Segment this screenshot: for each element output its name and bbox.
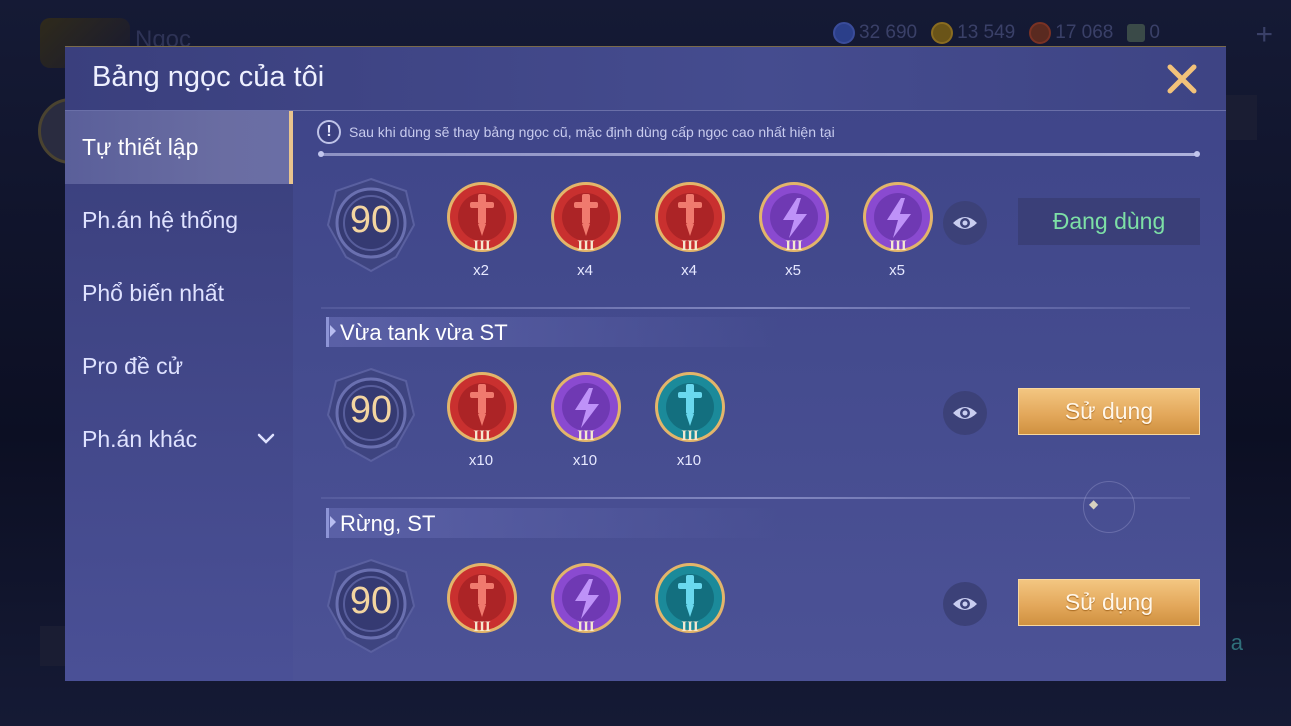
- svg-text:III: III: [577, 619, 595, 635]
- gem-count: x5: [889, 262, 905, 279]
- level-number: 90: [349, 199, 393, 241]
- rune-gem[interactable]: III x10: [651, 370, 727, 480]
- rows-scroll-area[interactable]: Gây ST toàn lực90IIIx2IIIx4IIIx4IIIx5III…: [293, 159, 1226, 681]
- divider: [318, 151, 1200, 157]
- gem-count: x5: [785, 262, 801, 279]
- currency-bar: 32 690 13 549 17 068 0 +: [833, 18, 1291, 51]
- in-use-button[interactable]: Đang dùng: [1018, 198, 1200, 245]
- sidebar-item-other[interactable]: Ph.án khác: [65, 403, 293, 476]
- rune-gem[interactable]: III x10: [443, 370, 519, 480]
- row-title: Rừng, ST: [340, 511, 436, 536]
- chevron-down-icon: [257, 433, 275, 444]
- rune-gem[interactable]: III: [443, 561, 519, 671]
- sidebar-item-label: Tự thiết lập: [82, 134, 199, 160]
- sidebar-item-popular[interactable]: Phổ biến nhất: [65, 257, 293, 330]
- notice-bar: ! Sau khi dùng sẽ thay bảng ngọc cũ, mặc…: [317, 119, 1196, 145]
- currency-value: 32 690: [859, 22, 918, 43]
- row-divider: [321, 307, 1190, 309]
- rune-page-row: Gây ST toàn lực90IIIx2IIIx4IIIx4IIIx5III…: [293, 159, 1226, 319]
- currency-value: 13 549: [957, 22, 1016, 43]
- diamond-icon: ◆: [1089, 497, 1099, 511]
- currency-value: 17 068: [1055, 22, 1114, 43]
- background-panel-left: [40, 626, 66, 666]
- red-gem-icon: [1029, 22, 1052, 44]
- gem-count: x10: [468, 452, 494, 469]
- svg-text:III: III: [473, 428, 491, 444]
- level-number: 90: [349, 389, 393, 431]
- rune-gem[interactable]: III x4: [547, 180, 623, 290]
- gem-count: x10: [676, 452, 702, 469]
- currency-gold: 13 549: [931, 22, 1015, 44]
- gem-count: x2: [473, 262, 489, 279]
- currency-value: 0: [1149, 22, 1160, 43]
- currency-blue: 32 690: [833, 22, 917, 44]
- rune-gem[interactable]: III x10: [547, 370, 623, 480]
- modal-title: Bảng ngọc của tôi: [92, 61, 325, 93]
- svg-text:III: III: [681, 428, 699, 444]
- sidebar-item-pro[interactable]: Pro đề cử: [65, 330, 293, 403]
- blue-coin-icon: [833, 22, 855, 44]
- currency-voucher: 0: [1127, 22, 1160, 44]
- svg-text:III: III: [785, 238, 803, 254]
- sidebar-item-label: Ph.án khác: [82, 426, 198, 452]
- svg-text:III: III: [577, 238, 595, 254]
- rune-gem[interactable]: III: [547, 561, 623, 671]
- rune-page-list: ! Sau khi dùng sẽ thay bảng ngọc cũ, mặc…: [293, 111, 1226, 681]
- close-icon: [1167, 64, 1197, 94]
- rune-gem[interactable]: III: [651, 561, 727, 671]
- gem-count: x4: [577, 262, 593, 279]
- notice-text: Sau khi dùng sẽ thay bảng ngọc cũ, mặc đ…: [349, 124, 835, 140]
- info-icon: !: [317, 120, 341, 144]
- svg-text:III: III: [473, 619, 491, 635]
- voucher-icon: [1127, 24, 1146, 42]
- row-title: Vừa tank vừa ST: [340, 320, 508, 345]
- rune-page-modal: Bảng ngọc của tôi Tự thiết lập Ph.án hệ …: [65, 46, 1226, 681]
- level-number: 90: [349, 580, 393, 622]
- currency-red: 17 068: [1029, 22, 1113, 44]
- sidebar-item-label: Ph.án hệ thống: [82, 207, 239, 233]
- gem-count: x10: [572, 452, 598, 469]
- preview-button[interactable]: [943, 391, 987, 435]
- rune-gem[interactable]: III x5: [859, 180, 935, 290]
- svg-text:III: III: [473, 238, 491, 254]
- svg-text:III: III: [889, 238, 907, 254]
- sidebar-item-custom[interactable]: Tự thiết lập: [65, 111, 293, 184]
- use-button[interactable]: Sử dụng: [1018, 388, 1200, 435]
- sidebar-item-label: Pro đề cử: [82, 353, 184, 379]
- rune-gem[interactable]: III x4: [651, 180, 727, 290]
- sidebar-item-system[interactable]: Ph.án hệ thống: [65, 184, 293, 257]
- close-button[interactable]: [1162, 59, 1202, 99]
- rune-gem[interactable]: III x2: [443, 180, 519, 290]
- row-divider: [321, 497, 1190, 499]
- add-currency-button[interactable]: +: [1255, 18, 1273, 52]
- rune-page-row: Rừng, ST 90 III III III Sử dụng: [293, 508, 1226, 681]
- rune-gem[interactable]: III x5: [755, 180, 831, 290]
- gem-count: x4: [681, 262, 697, 279]
- svg-text:III: III: [577, 428, 595, 444]
- gold-coin-icon: [931, 22, 954, 44]
- modal-header: Bảng ngọc của tôi: [65, 47, 1226, 111]
- use-button[interactable]: Sử dụng: [1018, 579, 1200, 626]
- rune-page-row: Vừa tank vừa ST 90 III x10 III x10 III x10 Sử dụ…: [293, 317, 1226, 509]
- svg-text:III: III: [681, 238, 699, 254]
- sidebar-item-label: Phổ biến nhất: [82, 280, 224, 306]
- background-text: a: [1230, 630, 1243, 655]
- preview-button[interactable]: [943, 201, 987, 245]
- preview-button[interactable]: [943, 582, 987, 626]
- sidebar: Tự thiết lập Ph.án hệ thống Phổ biến nhấ…: [65, 111, 293, 681]
- svg-text:III: III: [681, 619, 699, 635]
